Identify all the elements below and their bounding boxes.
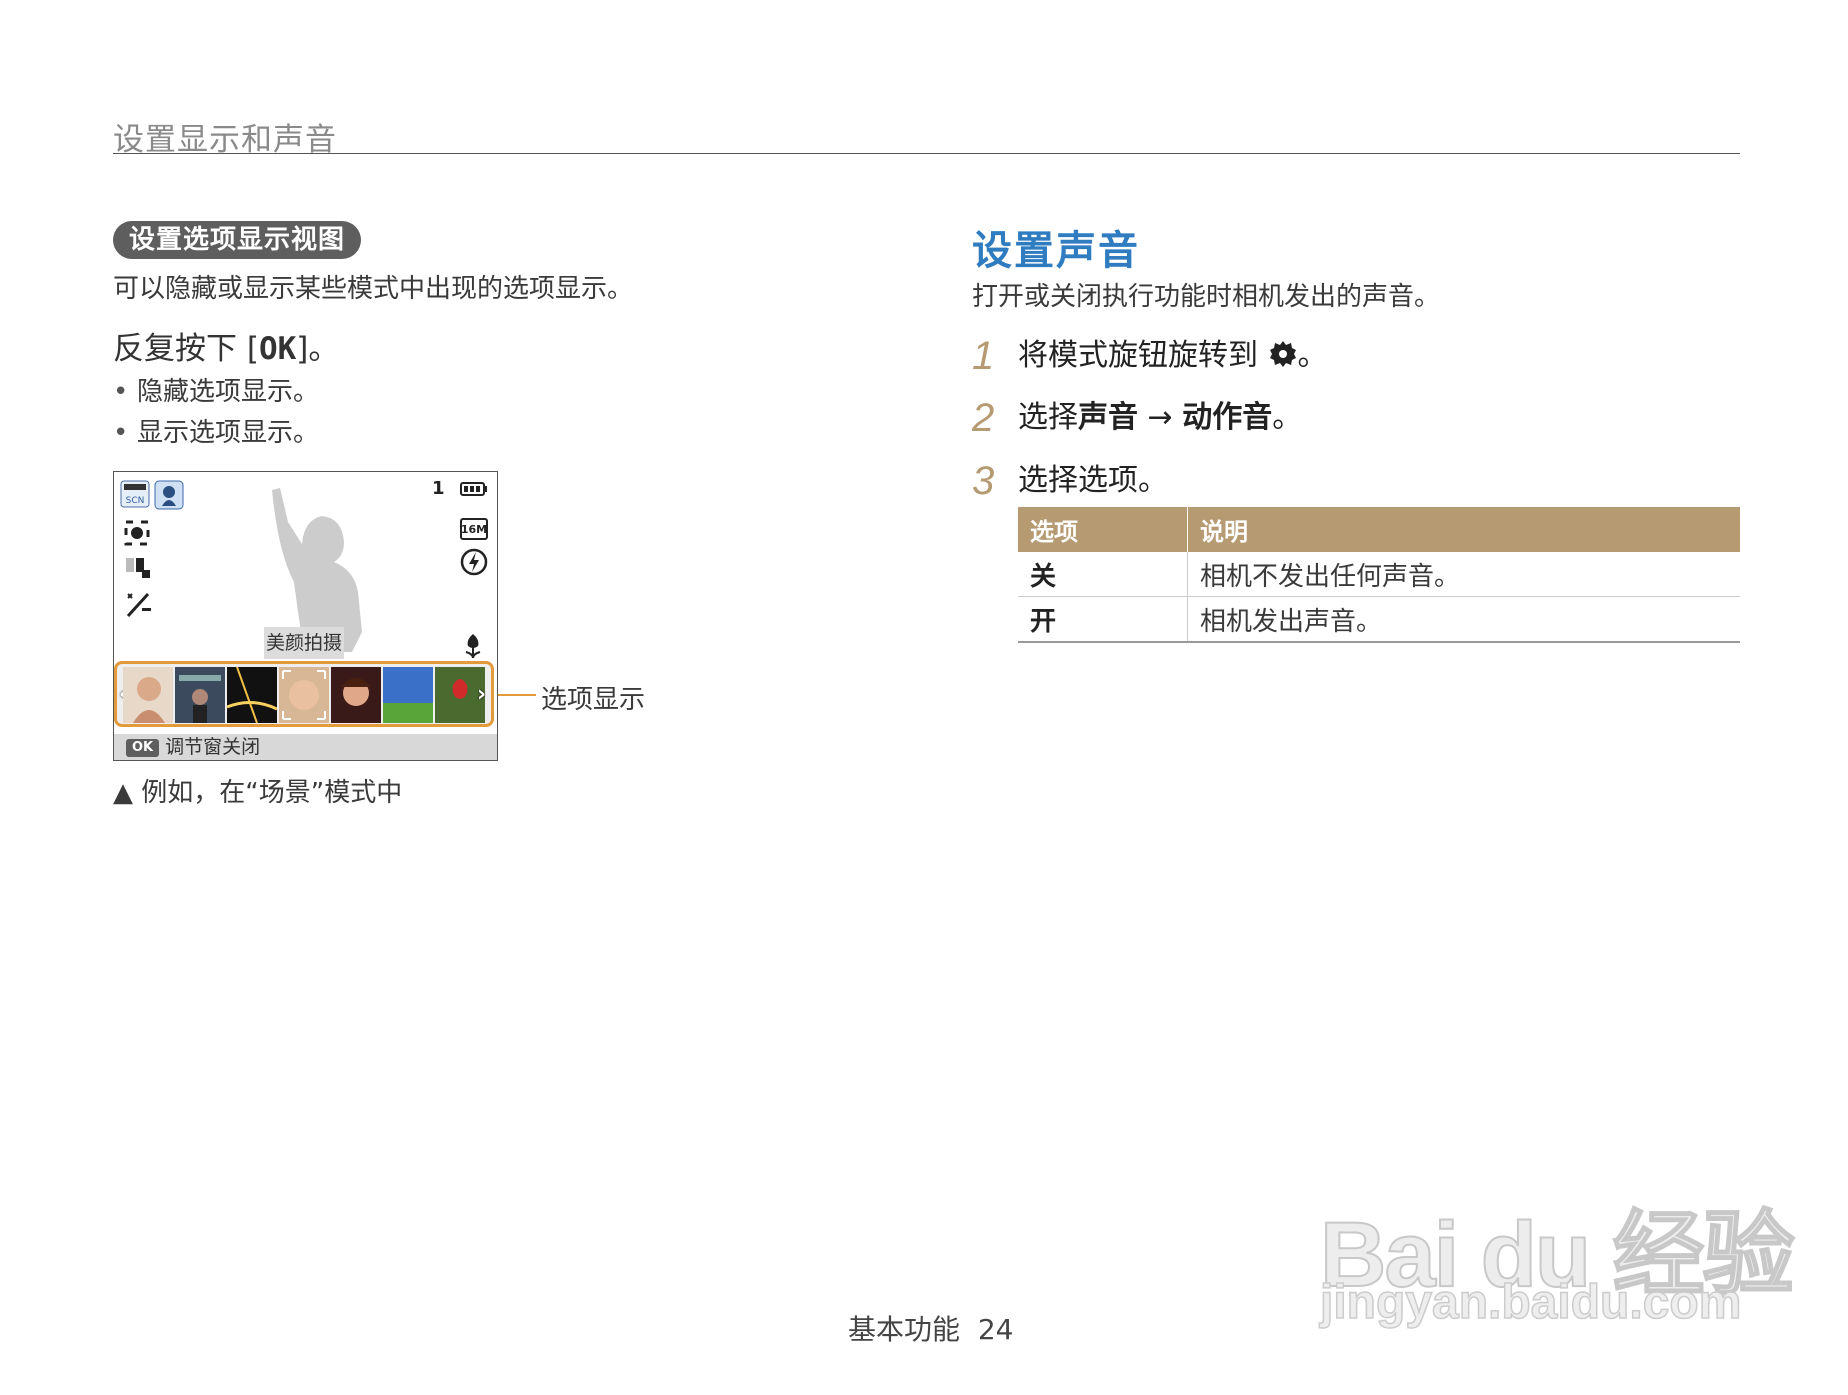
callout-line	[498, 694, 536, 696]
bullet-dot-icon: •	[113, 377, 129, 407]
baidu-watermark-url: jingyan.baidu.com	[1319, 1275, 1742, 1330]
table-row: 关 相机不发出任何声音。	[1018, 552, 1740, 597]
figure-caption: ▲ 例如，在“场景”模式中	[113, 778, 403, 808]
step-text-end: 。	[1272, 400, 1303, 435]
bullet-text: 隐藏选项显示。	[137, 377, 320, 407]
step-3: 3 选择选项。	[972, 455, 1168, 504]
instruction-suffix: ]。	[296, 331, 340, 367]
subsection-pill: 设置选项显示视图	[113, 221, 362, 259]
bullet-item: • 隐藏选项显示。	[113, 371, 319, 408]
camera-bottom-bar: OK 调节窗关闭	[114, 734, 497, 760]
arrow-right-icon: →	[1138, 400, 1183, 435]
table-cell-description: 相机不发出任何声音。	[1187, 552, 1740, 597]
section-description: 打开或关闭执行功能时相机发出的声音。	[972, 282, 1441, 312]
section-title: 设置声音	[972, 228, 1140, 274]
camera-bottom-text: 调节窗关闭	[165, 736, 261, 758]
step-text: 选择选项。	[1018, 463, 1168, 498]
table-row: 开 相机发出声音。	[1018, 596, 1740, 643]
ok-key-badge: OK	[126, 739, 160, 757]
instruction-prefix: 反复按下 [	[113, 331, 259, 367]
thumbnail-night-scene-icon	[227, 667, 277, 723]
column-header-description: 说明	[1187, 507, 1740, 552]
metering-icon	[124, 556, 152, 585]
step-number: 2	[972, 396, 995, 440]
photo-size-icon: 16M	[460, 518, 488, 545]
exposure-compensation-icon	[124, 590, 154, 623]
options-table: 选项 说明 关 相机不发出任何声音。 开 相机发出声音。	[1018, 507, 1740, 643]
beauty-shot-mode-icon	[154, 480, 184, 515]
svg-text:SCN: SCN	[126, 496, 145, 506]
step-text-end: 。	[1297, 338, 1328, 373]
strip-right-arrow-icon: ›	[477, 682, 487, 707]
thumbnail-night-portrait-icon	[175, 667, 225, 723]
table-header-row: 选项 说明	[1018, 507, 1740, 552]
thumbnail-child-face-icon	[279, 667, 329, 723]
camera-mode-label: 美颜拍摄	[264, 627, 344, 659]
thumbnail-landscape-icon	[383, 667, 433, 723]
bullet-item: • 显示选项显示。	[113, 412, 319, 449]
subsection-description: 可以隐藏或显示某些模式中出现的选项显示。	[113, 274, 634, 304]
menu-sound-label: 声音	[1078, 400, 1138, 435]
header-divider	[113, 153, 1740, 154]
menu-action-sound-label: 动作音	[1182, 400, 1273, 435]
step-text: 将模式旋钮旋转到	[1018, 338, 1268, 373]
svg-text:16M: 16M	[461, 523, 487, 536]
footer-section: 基本功能	[848, 1313, 961, 1346]
bullet-text: 显示选项显示。	[137, 418, 320, 448]
bullet-dot-icon: •	[113, 418, 129, 448]
ok-key-label: OK	[258, 331, 297, 367]
instruction-heading: 反复按下 [OK]。	[113, 323, 339, 368]
face-detection-icon	[124, 520, 150, 551]
column-header-option: 选项	[1018, 507, 1188, 552]
flash-icon	[460, 548, 488, 581]
thumbnail-girl-portrait-icon	[331, 667, 381, 723]
callout-label: 选项显示	[541, 685, 646, 715]
shot-count: 1	[432, 478, 445, 499]
page-number: 24	[977, 1313, 1014, 1346]
step-number: 1	[972, 334, 995, 378]
page-footer: 基本功能 24	[848, 1308, 1013, 1348]
table-cell-description: 相机发出声音。	[1187, 596, 1740, 643]
step-2: 2 选择声音 → 动作音。	[972, 392, 1302, 441]
scene-mode-icon: SCN	[120, 480, 150, 513]
table-cell-option: 关	[1018, 552, 1188, 597]
step-1: 1 将模式旋钮旋转到 。	[972, 330, 1328, 379]
battery-icon	[460, 480, 488, 502]
option-display-strip: ‹ ›	[114, 661, 494, 727]
gear-icon	[1269, 341, 1296, 367]
step-number: 3	[972, 459, 995, 503]
step-text: 选择	[1018, 400, 1078, 435]
thumbnail-portrait-icon	[123, 667, 173, 723]
table-cell-option: 开	[1018, 596, 1188, 643]
